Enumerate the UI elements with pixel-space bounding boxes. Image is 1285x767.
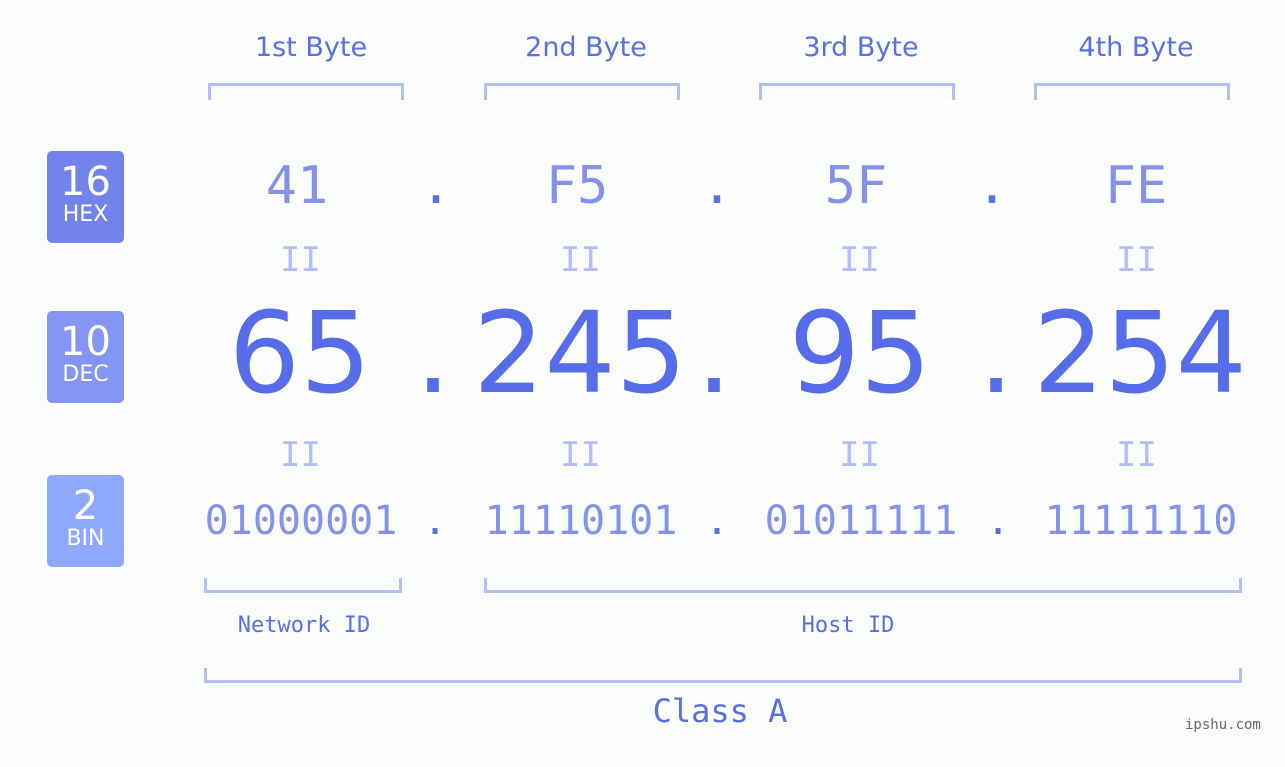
- byte-bracket-2: [484, 83, 680, 100]
- host-id-label: Host ID: [801, 613, 895, 638]
- byte-header-1: 1st Byte: [254, 32, 368, 63]
- hex-byte-3: 5F: [824, 156, 888, 216]
- network-id-bracket: [204, 578, 402, 593]
- bin-separator: .: [422, 498, 448, 544]
- bin-badge-label: BIN: [66, 526, 105, 551]
- hex-separator: .: [420, 156, 452, 216]
- dec-byte-2: 245: [473, 289, 687, 419]
- dec-separator: .: [415, 289, 451, 419]
- bin-byte-2: 11110101: [484, 498, 678, 544]
- byte-header-2: 2nd Byte: [525, 32, 647, 63]
- hex-separator: .: [701, 156, 733, 216]
- equals-sign: II: [839, 240, 880, 280]
- bin-byte-3: 01011111: [764, 498, 958, 544]
- bin-byte-1: 01000001: [204, 498, 398, 544]
- hex-separator: .: [976, 156, 1008, 216]
- equals-sign: II: [1116, 435, 1157, 475]
- byte-bracket-1: [208, 83, 404, 100]
- bin-badge: 2 BIN: [47, 475, 124, 567]
- equals-sign: II: [1116, 240, 1157, 280]
- equals-sign: II: [839, 435, 880, 475]
- bin-badge-base: 2: [72, 483, 99, 529]
- byte-header-4: 4th Byte: [1078, 32, 1194, 63]
- equals-sign: II: [280, 240, 321, 280]
- dec-byte-1: 65: [228, 289, 372, 419]
- equals-sign: II: [560, 240, 601, 280]
- bin-byte-4: 11111110: [1044, 498, 1238, 544]
- dec-byte-3: 95: [788, 289, 932, 419]
- dec-badge-label: DEC: [62, 362, 109, 387]
- hex-byte-1: 41: [265, 156, 329, 216]
- equals-sign: II: [560, 435, 601, 475]
- bin-separator: .: [704, 498, 730, 544]
- host-id-bracket: [484, 578, 1242, 593]
- dec-badge-base: 10: [60, 319, 111, 365]
- byte-header-3: 3rd Byte: [803, 32, 919, 63]
- hex-badge: 16 HEX: [47, 151, 124, 243]
- class-bracket: [204, 668, 1242, 683]
- byte-bracket-4: [1034, 83, 1230, 100]
- hex-byte-4: FE: [1104, 156, 1168, 216]
- dec-separator: .: [978, 289, 1014, 419]
- bin-separator: .: [985, 498, 1011, 544]
- hex-badge-base: 16: [60, 159, 111, 205]
- byte-bracket-3: [759, 83, 955, 100]
- hex-byte-2: F5: [545, 156, 609, 216]
- equals-sign: II: [280, 435, 321, 475]
- hex-badge-label: HEX: [62, 202, 109, 227]
- dec-badge: 10 DEC: [47, 311, 124, 403]
- network-id-label: Network ID: [237, 613, 371, 638]
- dec-byte-4: 254: [1033, 289, 1247, 419]
- class-label: Class A: [652, 692, 788, 730]
- dec-separator: .: [696, 289, 732, 419]
- watermark: ipshu.com: [1185, 717, 1261, 733]
